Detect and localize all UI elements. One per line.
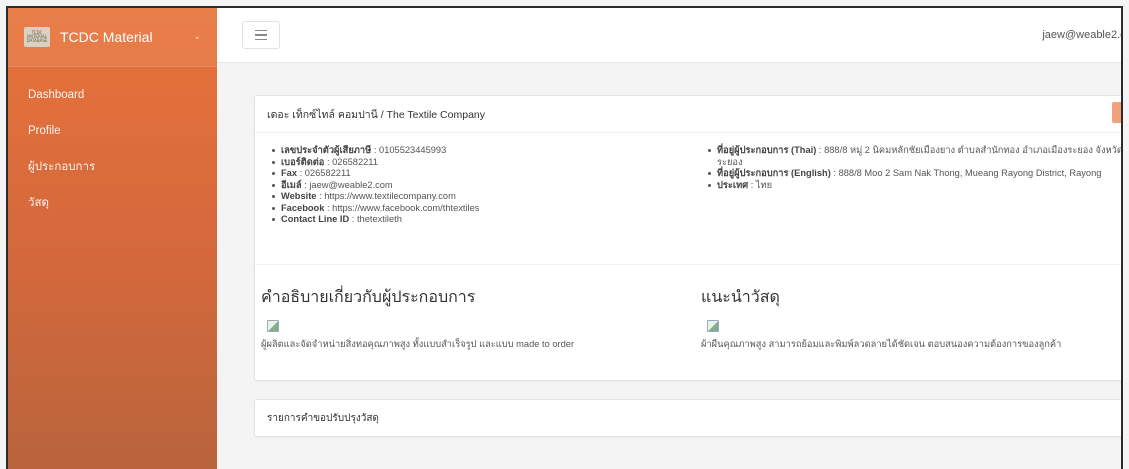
user-menu[interactable]: jaew@weable2.com ⌄: [1042, 29, 1121, 41]
sidebar: TCDC MATERIAL DATABASE TCDC Material ⌄ D…: [8, 8, 217, 469]
page-content: เดอะ เท็กซ์ไทล์ คอมปานี / The Textile Co…: [217, 63, 1123, 437]
company-info: เลขประจำตัวผู้เสียภาษี : 0105523445993 เ…: [255, 133, 1121, 265]
sidebar-item-entrepreneurs[interactable]: ผู้ประกอบการ: [8, 153, 217, 189]
hamburger-icon: [255, 29, 267, 32]
brand-name: TCDC Material: [60, 29, 153, 45]
sidebar-item-materials[interactable]: วัสดุ: [8, 189, 217, 225]
app-window: TCDC MATERIAL DATABASE TCDC Material ⌄ D…: [6, 6, 1123, 469]
company-title: เดอะ เท็กซ์ไทล์ คอมปานี / The Textile Co…: [267, 108, 485, 121]
broken-image-icon: [707, 320, 719, 332]
list-item: เลขประจำตัวผู้เสียภาษี : 0105523445993: [267, 145, 703, 157]
company-card: เดอะ เท็กซ์ไทล์ คอมปานี / The Textile Co…: [254, 95, 1123, 381]
company-card-header: เดอะ เท็กซ์ไทล์ คอมปานี / The Textile Co…: [255, 96, 1123, 133]
list-item: Facebook : https://www.facebook.com/thte…: [267, 203, 703, 215]
company-description: คำอธิบายเกี่ยวกับผู้ประกอบการ ผู้ผลิตและ…: [255, 265, 1121, 380]
list-item: ที่อยู่ผู้ประกอบการ (Thai) : 888/8 หมู่ …: [703, 145, 1121, 168]
company-address-list: ที่อยู่ผู้ประกอบการ (Thai) : 888/8 หมู่ …: [703, 145, 1121, 264]
recommend-text: ผ้าผืนคุณภาพสูง สามารถย้อมและพิมพ์ลวดลาย…: [701, 339, 1062, 349]
company-contact-list: เลขประจำตัวผู้เสียภาษี : 0105523445993 เ…: [267, 145, 703, 264]
list-item: ประเทศ : ไทย: [703, 180, 1121, 192]
about-title: คำอธิบายเกี่ยวกับผู้ประกอบการ: [261, 287, 476, 306]
sidebar-item-profile[interactable]: Profile: [8, 117, 217, 153]
recommend-title: แนะนำวัสดุ: [701, 287, 780, 306]
sidebar-nav: Dashboard Profile ผู้ประกอบการ วัสดุ: [8, 67, 217, 225]
tcdc-logo: TCDC MATERIAL DATABASE: [24, 27, 50, 47]
recommend-section: แนะนำวัสดุ ผ้าผืนคุณภาพสูง สามารถย้อมและ…: [701, 285, 1121, 380]
list-item: อีเมล์ : jaew@weable2.com: [267, 180, 703, 192]
edit-button[interactable]: [1112, 102, 1123, 123]
requests-title: รายการคำขอปรับปรุงวัสดุ: [267, 412, 379, 424]
requests-card: รายการคำขอปรับปรุงวัสดุ: [254, 399, 1121, 437]
about-section: คำอธิบายเกี่ยวกับผู้ประกอบการ ผู้ผลิตและ…: [261, 285, 701, 380]
about-text: ผู้ผลิตและจัดจำหน่ายสิ่งทอคุณภาพสูง ทั้ง…: [261, 339, 575, 349]
list-item: ที่อยู่ผู้ประกอบการ (English) : 888/8 Mo…: [703, 168, 1121, 180]
main-area: jaew@weable2.com ⌄ เดอะ เท็กซ์ไทล์ คอมปา…: [217, 8, 1123, 469]
list-item: Contact Line ID : thetextileth: [267, 214, 703, 226]
brand-header[interactable]: TCDC MATERIAL DATABASE TCDC Material ⌄: [8, 8, 217, 67]
menu-toggle-button[interactable]: [242, 21, 280, 49]
list-item: เบอร์ติดต่อ : 026582211: [267, 157, 703, 169]
broken-image-icon: [267, 320, 279, 332]
topbar: jaew@weable2.com ⌄: [217, 8, 1121, 63]
edit-icon: [1121, 107, 1123, 118]
chevron-down-icon[interactable]: ⌄: [193, 32, 201, 42]
list-item: Fax : 026582211: [267, 168, 703, 180]
list-item: Website : https://www.textilecompany.com: [267, 191, 703, 203]
user-email: jaew@weable2.com: [1042, 29, 1121, 41]
sidebar-item-dashboard[interactable]: Dashboard: [8, 81, 217, 117]
